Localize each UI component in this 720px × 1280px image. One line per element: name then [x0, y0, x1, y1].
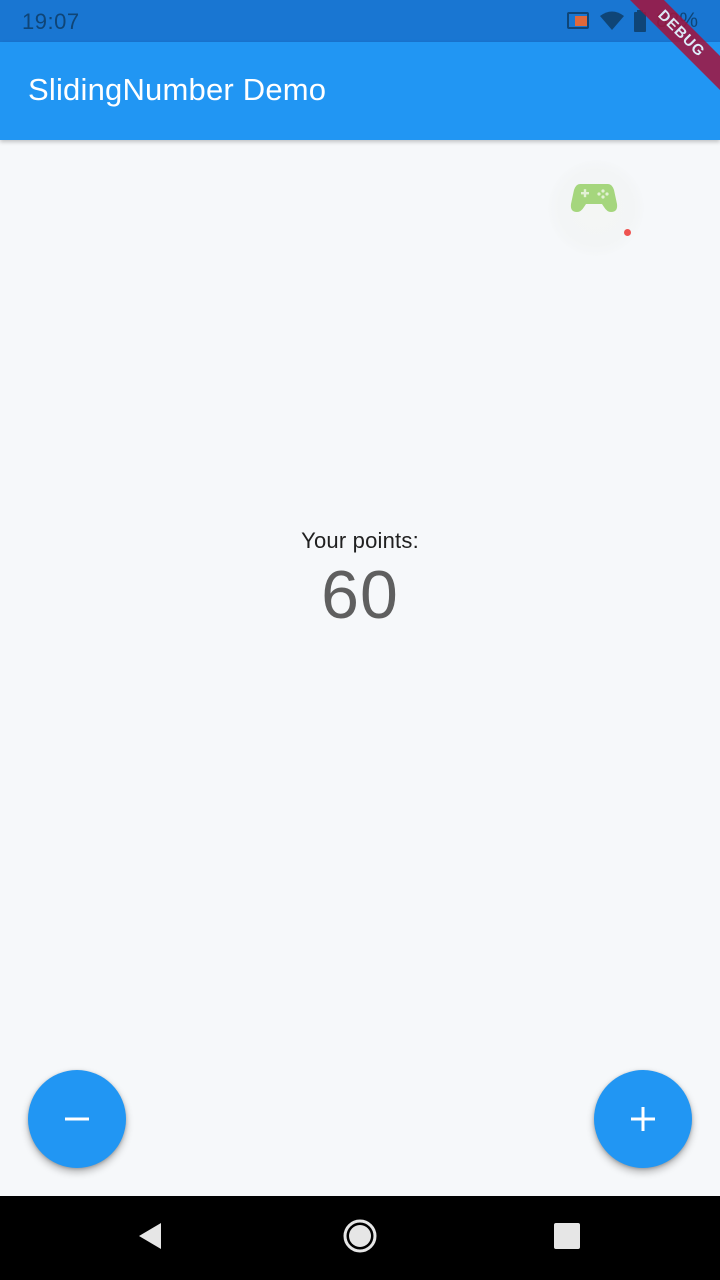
- app-screen: 19:07 82% SlidingNu: [0, 0, 720, 1280]
- counter-area: Your points: 60: [0, 528, 720, 634]
- plus-icon: [629, 1105, 657, 1133]
- minus-icon: [63, 1105, 91, 1133]
- status-time: 19:07: [22, 9, 80, 34]
- home-icon: [343, 1219, 377, 1258]
- wifi-icon: [599, 11, 624, 31]
- back-icon: [136, 1221, 164, 1256]
- app-bar: SlidingNumber Demo: [0, 42, 720, 140]
- nav-back-button[interactable]: [128, 1216, 172, 1260]
- cast-icon: [566, 11, 590, 31]
- recents-icon: [553, 1222, 581, 1255]
- decrement-button[interactable]: [28, 1070, 126, 1168]
- game-overlay-bubble[interactable]: [548, 160, 644, 256]
- system-nav-bar: [0, 1196, 720, 1280]
- increment-button[interactable]: [594, 1070, 692, 1168]
- recording-dot: [624, 229, 631, 236]
- nav-recents-button[interactable]: [545, 1216, 589, 1260]
- nav-home-button[interactable]: [338, 1216, 382, 1260]
- gamepad-icon: [570, 178, 618, 221]
- points-label: Your points:: [301, 528, 419, 553]
- app-title: SlidingNumber Demo: [28, 72, 327, 107]
- status-bar: 19:07 82%: [0, 0, 720, 42]
- points-value: 60: [321, 557, 399, 633]
